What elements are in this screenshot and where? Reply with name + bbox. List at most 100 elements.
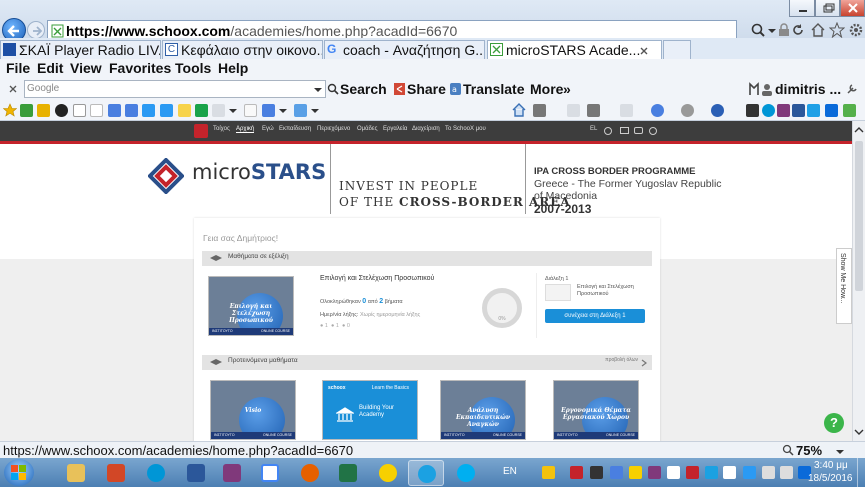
menu-favorites[interactable]: Favorites [109,60,171,76]
bookmark-icon[interactable] [195,104,208,117]
close-window-button[interactable] [840,0,865,17]
menu-edit[interactable]: Edit [37,60,63,76]
menu-help[interactable]: Help [218,60,248,76]
close-tab-icon[interactable] [639,46,649,56]
taskbar-firefox[interactable] [292,460,328,486]
scroll-thumb[interactable] [855,141,863,291]
nav-home[interactable]: Αρχική [236,126,255,133]
dropdown-arrow-icon[interactable] [311,107,319,115]
print-icon[interactable] [587,104,600,117]
mail-icon[interactable] [567,104,580,117]
bookmark-icon[interactable] [746,104,759,117]
nav-training[interactable]: Εκπαίδευση [279,126,311,132]
forward-button[interactable] [27,21,45,39]
amazon-icon[interactable] [244,104,257,117]
help-icon[interactable] [711,104,724,117]
tray-icon[interactable] [705,466,718,479]
taskbar-explorer[interactable] [58,460,94,486]
star-icon[interactable] [829,22,845,38]
home-icon[interactable] [512,103,526,117]
translate-button[interactable]: Translate [463,81,524,97]
dropdown-arrow-icon[interactable] [314,86,322,94]
maximize-button[interactable] [815,0,840,17]
recommended-course-card[interactable]: Ανάλυση Εκπαιδευτικών Αναγκών ΙΝΣΤΙΤΟΥΤΟ… [440,380,526,440]
bluetooth-icon[interactable] [825,104,838,117]
page-menu-icon[interactable] [620,104,633,117]
google-account-menu[interactable]: dimitris ... [775,81,841,97]
bookmark-icon[interactable] [20,104,33,117]
language-switch[interactable]: EL [590,126,597,132]
zoom-level[interactable]: 75% [796,443,822,458]
taskbar-norton[interactable] [370,460,406,486]
safety-icon[interactable] [651,104,664,117]
wrench-icon[interactable] [846,83,858,95]
skype-icon[interactable] [807,104,820,117]
bookmark-icon[interactable] [125,104,138,117]
gear-icon[interactable] [848,22,864,38]
tab-skai[interactable]: ΣΚΑΪ Player Radio LIV... [0,40,161,59]
bookmark-icon[interactable] [90,104,103,117]
taskbar-chrome[interactable] [252,460,288,486]
bookmark-icon[interactable] [294,104,307,117]
chevron-right-icon[interactable] [641,359,647,367]
dropdown-arrow-icon[interactable] [836,448,844,456]
onenote-icon[interactable] [777,104,790,117]
nav-me[interactable]: Εγώ [262,126,274,132]
user-icon[interactable] [604,127,612,135]
language-indicator[interactable]: EN [503,466,517,477]
tab-microstars[interactable]: microSTARS Acade... [487,40,662,59]
bookmark-icon[interactable] [262,104,275,117]
feeds-icon[interactable] [533,104,546,117]
continue-lecture-button[interactable]: συνέχεια στη Διάλεξη 1 [545,309,645,323]
scroll-up-icon[interactable] [853,125,865,135]
search-icon[interactable] [750,22,766,38]
close-toolbar-icon[interactable] [8,84,18,94]
start-button[interactable] [4,459,34,486]
see-all-link[interactable]: προβολή όλων [605,357,638,363]
nav-admin[interactable]: Διαχείριση [412,126,440,132]
tray-icon[interactable] [610,466,623,479]
power-icon[interactable] [649,127,657,135]
refresh-icon[interactable] [791,23,805,37]
mail-icon[interactable] [620,127,629,134]
lock-icon[interactable] [777,23,791,37]
more-button[interactable]: More [530,81,563,97]
bookmark-icon[interactable] [37,104,50,117]
dropdown-arrow-icon[interactable] [767,26,777,36]
recommended-course-card[interactable]: schoox Learn the Basics Building Your Ac… [322,380,418,440]
home-icon[interactable] [810,22,826,38]
recommended-course-card[interactable]: Visio ΙΝΣΤΙΤΟΥΤΟ ONLINE COURSE [210,380,296,440]
taskbar-excel[interactable] [330,460,366,486]
vertical-scrollbar[interactable] [852,121,865,441]
tray-icon[interactable] [667,466,680,479]
taskbar-word[interactable] [178,460,214,486]
clock-date[interactable]: 18/5/2016 [808,473,853,484]
show-me-how-tab[interactable]: Show Me How... [836,248,852,324]
tab-kefalaio[interactable]: C Κεφάλαιο στην οικονο... [162,40,323,59]
nav-my-schoox[interactable]: Το SchooX μου [445,126,486,132]
course-thumbnail[interactable]: Επιλογή και Στελέχωση Προσωπικού ΙΝΣΤΙΤΟ… [208,276,294,336]
tools-gear-icon[interactable] [681,104,694,117]
nav-groups[interactable]: Ομάδες [357,126,378,132]
taskbar-onenote[interactable] [214,460,250,486]
dropdown-arrow-icon[interactable] [229,107,237,115]
zoom-icon[interactable] [782,444,794,456]
favorites-star-icon[interactable] [3,103,17,117]
share-button[interactable]: Share [407,81,446,97]
bookmark-icon[interactable] [73,104,86,117]
clock-time[interactable]: 3:40 μμ [814,460,848,471]
taskbar-skype[interactable] [448,460,484,486]
tray-icon[interactable] [590,466,603,479]
google-search-button[interactable]: Search [340,81,387,97]
bookmark-icon[interactable] [843,104,856,117]
network-icon[interactable] [762,466,775,479]
taskbar-ie[interactable] [408,460,444,486]
tab-google-search[interactable]: G coach - Αναζήτηση G... [324,40,485,59]
menu-tools[interactable]: Tools [175,60,211,76]
recommended-course-card[interactable]: Εργονομικά Θέματα Εργασιακού Χώρου ΙΝΣΤΙ… [553,380,639,440]
tray-icon[interactable] [743,466,756,479]
tray-icon[interactable] [723,466,736,479]
nav-content[interactable]: Περιεχόμενο [317,126,350,132]
hp-icon[interactable] [762,104,775,117]
show-desktop-button[interactable] [857,458,865,487]
